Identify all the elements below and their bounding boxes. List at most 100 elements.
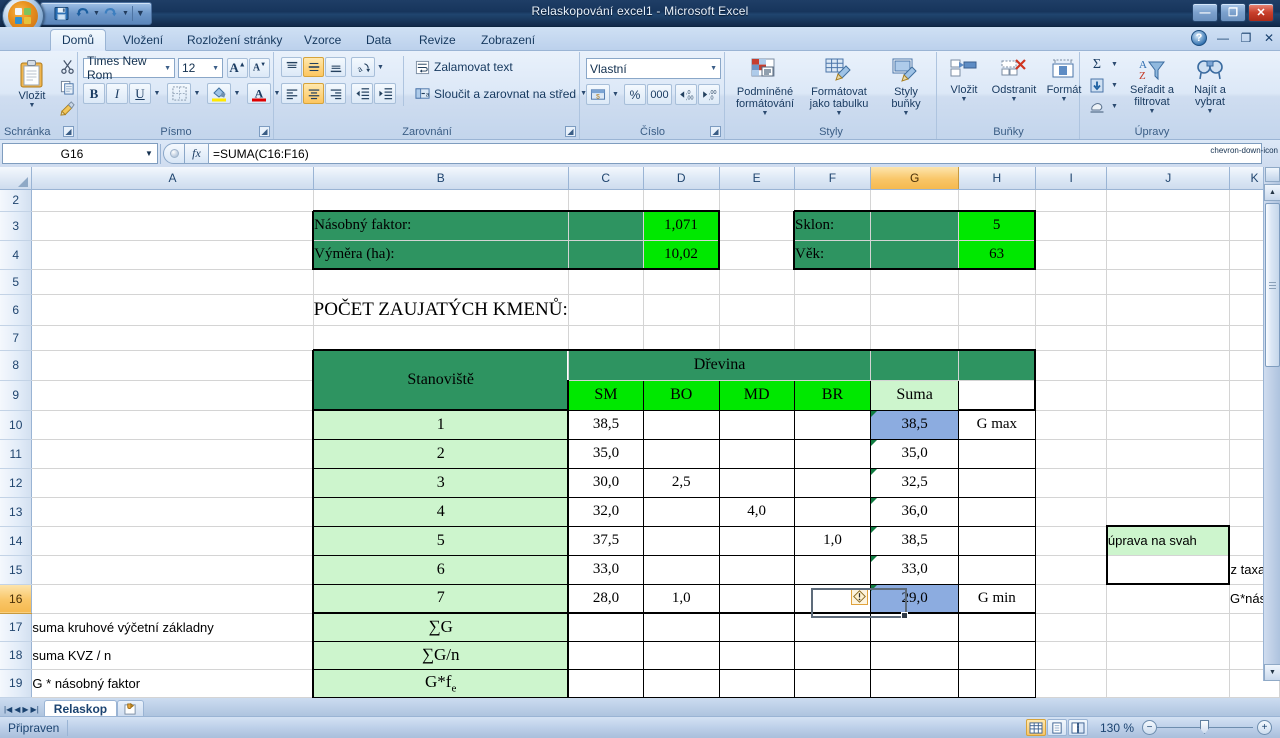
align-top-button[interactable] xyxy=(281,57,302,77)
cell-f7[interactable] xyxy=(794,325,872,351)
column-header-j[interactable]: J xyxy=(1106,167,1230,190)
first-sheet-button[interactable]: |◀ xyxy=(4,705,12,714)
increase-decimal-button[interactable]: ,0 ,00 xyxy=(675,84,697,105)
cell-b15-station[interactable]: 6 xyxy=(312,555,569,585)
cell-a6[interactable] xyxy=(31,294,314,326)
cell-a4[interactable] xyxy=(31,240,314,270)
cut-button[interactable] xyxy=(58,57,76,75)
paste-dropdown-icon[interactable]: ▼ xyxy=(29,102,36,109)
cell-b8-station-header[interactable]: Stanoviště xyxy=(312,349,569,411)
cell-b18-summary-symbol[interactable]: ∑G/n xyxy=(312,641,569,670)
cell-i3[interactable] xyxy=(1035,211,1108,241)
cell-g16-sum[interactable]: 29,0 xyxy=(870,584,959,614)
cell-f14-br[interactable]: 1,0 xyxy=(794,526,872,556)
font-dialog-launcher[interactable]: ◢ xyxy=(259,126,270,137)
cell-c6[interactable] xyxy=(568,294,644,326)
name-box[interactable]: G16 ▼ xyxy=(2,143,158,164)
cell-f15-br[interactable] xyxy=(794,555,872,585)
underline-button[interactable]: U xyxy=(129,83,151,104)
cell-styles-dropdown-icon[interactable]: ▼ xyxy=(903,110,910,117)
cell-c3[interactable] xyxy=(568,210,644,241)
cell-b2[interactable] xyxy=(313,189,569,212)
cell-e5[interactable] xyxy=(719,269,795,295)
borders-dropdown-button[interactable]: ▼ xyxy=(191,83,203,104)
cell-a14[interactable] xyxy=(31,526,314,556)
cell-a15[interactable] xyxy=(31,555,314,585)
tab-rozlozeni-stranky[interactable]: Rozložení stránky xyxy=(176,29,293,51)
cell-i4[interactable] xyxy=(1035,240,1108,270)
fill-color-button[interactable] xyxy=(207,83,231,104)
clear-button[interactable] xyxy=(1086,97,1108,116)
cell-i10[interactable] xyxy=(1035,410,1108,440)
cell-j4[interactable] xyxy=(1106,240,1230,270)
cell-c19[interactable] xyxy=(567,669,644,698)
cell-e10-md[interactable] xyxy=(719,410,795,440)
cell-h18[interactable] xyxy=(958,641,1036,670)
tab-revize[interactable]: Revize xyxy=(408,29,467,51)
column-header-c[interactable]: C xyxy=(568,167,644,190)
cell-i9[interactable] xyxy=(1035,380,1108,411)
cell-b5[interactable] xyxy=(313,269,569,295)
cell-e4[interactable] xyxy=(719,240,795,270)
cell-b13-station[interactable]: 4 xyxy=(312,497,569,527)
cell-b7[interactable] xyxy=(313,325,569,351)
row-header-18[interactable]: 18 xyxy=(0,641,33,670)
cell-a3[interactable] xyxy=(31,211,314,241)
cell-a10[interactable] xyxy=(31,410,314,440)
align-center-button[interactable] xyxy=(303,83,324,104)
cell-c11-sm[interactable]: 35,0 xyxy=(567,439,644,469)
insert-worksheet-button[interactable] xyxy=(117,700,145,716)
cell-a11[interactable] xyxy=(31,439,314,469)
cell-h11-note[interactable] xyxy=(958,439,1036,469)
tab-vlozeni[interactable]: Vložení xyxy=(112,29,174,51)
cell-i8[interactable] xyxy=(1035,350,1108,381)
cell-f2[interactable] xyxy=(794,189,872,212)
cell-e16-md[interactable] xyxy=(719,584,795,614)
cell-h4-age-value[interactable]: 63 xyxy=(958,240,1037,270)
cell-styles-button[interactable]: Styly buňky ▼ xyxy=(878,56,934,119)
vertical-scrollbar[interactable]: ▲ ▼ xyxy=(1263,167,1280,681)
row-header-7[interactable]: 7 xyxy=(0,325,33,351)
column-header-f[interactable]: F xyxy=(794,167,872,190)
zoom-level[interactable]: 130 % xyxy=(1094,721,1142,735)
increase-indent-button[interactable] xyxy=(374,83,396,104)
paste-button[interactable]: Vložit ▼ xyxy=(6,56,58,111)
cell-j2[interactable] xyxy=(1106,189,1230,212)
cell-j6[interactable] xyxy=(1106,294,1230,326)
row-header-12[interactable]: 12 xyxy=(0,468,33,498)
row-header-5[interactable]: 5 xyxy=(0,269,33,295)
restore-button[interactable]: ❐ xyxy=(1220,3,1246,22)
clipboard-dialog-launcher[interactable]: ◢ xyxy=(63,126,74,137)
cell-i12[interactable] xyxy=(1035,468,1108,498)
cell-b16-station[interactable]: 7 xyxy=(312,584,569,614)
cell-a18-summary-label[interactable]: suma KVZ / n xyxy=(31,641,314,670)
cell-i15[interactable] xyxy=(1035,555,1108,585)
cell-a16[interactable] xyxy=(31,584,314,614)
conditional-formatting-dropdown-icon[interactable]: ▼ xyxy=(762,110,769,117)
cell-j7[interactable] xyxy=(1106,325,1230,351)
cell-e6[interactable] xyxy=(719,294,795,326)
page-layout-view-button[interactable] xyxy=(1046,719,1067,736)
cell-h19[interactable] xyxy=(958,669,1036,698)
cell-f9-species-br[interactable]: BR xyxy=(794,380,872,411)
cell-g3[interactable] xyxy=(870,210,959,241)
cell-d14-bo[interactable] xyxy=(643,526,720,556)
cell-g4[interactable] xyxy=(870,240,959,270)
cell-h13-note[interactable] xyxy=(958,497,1036,527)
alignment-dialog-launcher[interactable]: ◢ xyxy=(565,126,576,137)
cell-d11-bo[interactable] xyxy=(643,439,720,469)
cell-h10-note[interactable]: G max xyxy=(958,410,1036,440)
format-painter-button[interactable] xyxy=(58,99,76,117)
row-header-13[interactable]: 13 xyxy=(0,497,33,527)
cancel-enter-buttons[interactable] xyxy=(163,143,185,164)
row-header-9[interactable]: 9 xyxy=(0,380,33,411)
orientation-button[interactable]: a xyxy=(351,57,375,77)
cell-c4[interactable] xyxy=(568,240,644,270)
tab-vzorce[interactable]: Vzorce xyxy=(293,29,352,51)
cell-c9-species-sm[interactable]: SM xyxy=(567,380,644,411)
cell-d12-bo[interactable]: 2,5 xyxy=(643,468,720,498)
cell-c14-sm[interactable]: 37,5 xyxy=(567,526,644,556)
cell-g8[interactable] xyxy=(870,349,959,381)
undo-icon[interactable] xyxy=(72,4,92,23)
wrap-text-button[interactable]: Zalamovat text xyxy=(411,57,517,77)
